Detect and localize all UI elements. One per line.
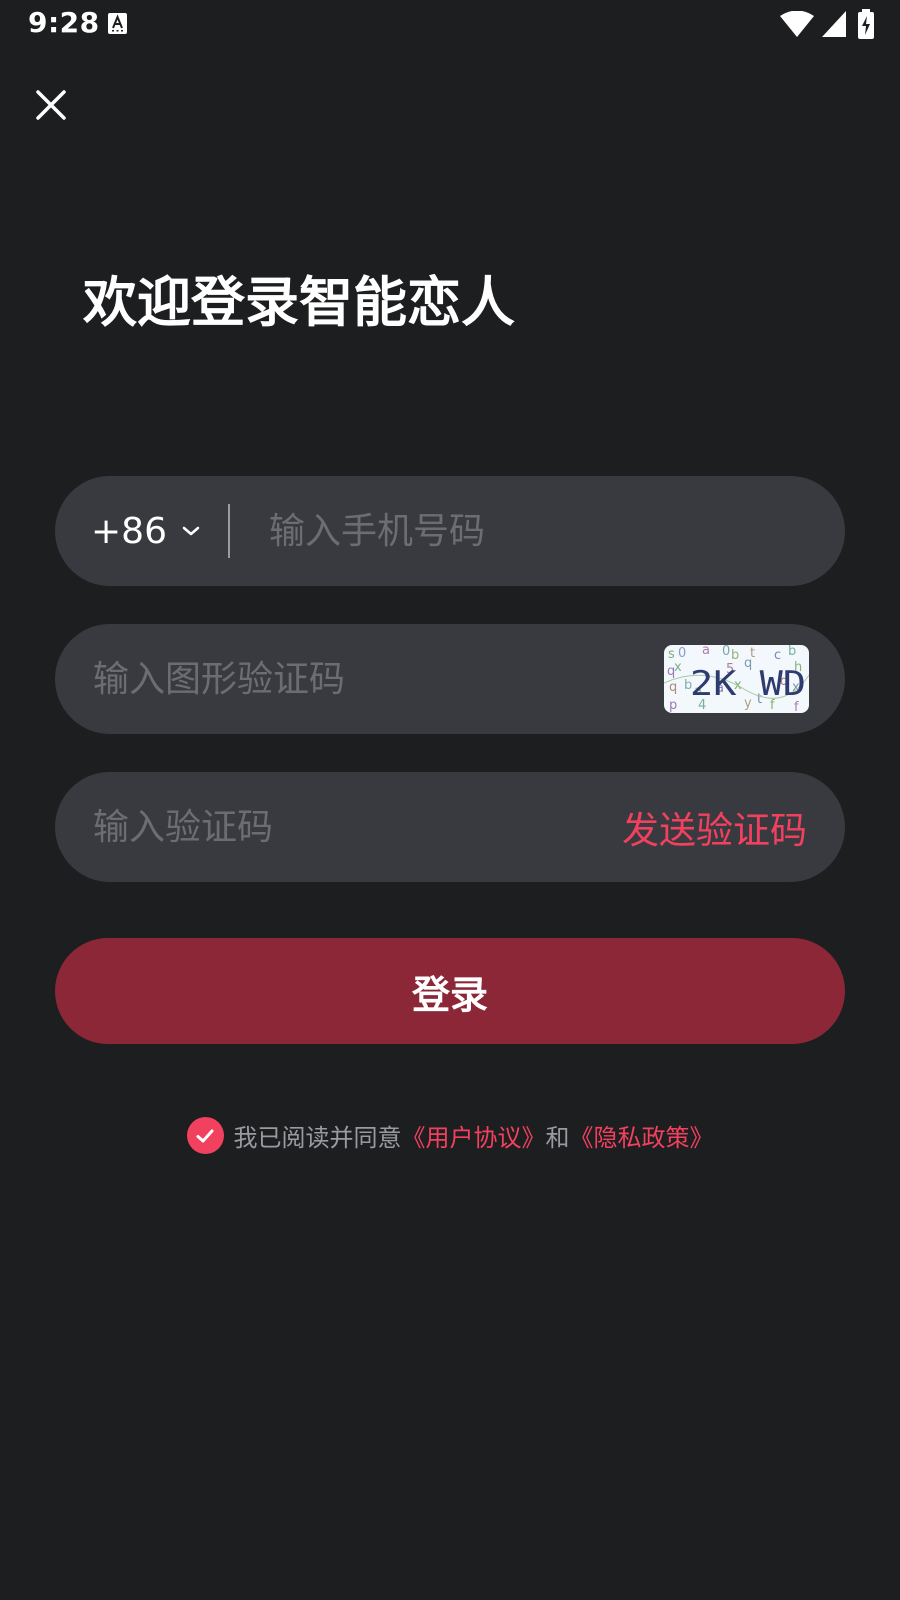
keyboard-a-icon [108,13,127,34]
captcha-field: s 0 a 0 b t c b q x 5 q h q b a a x d x [55,624,845,734]
login-button[interactable]: 登录 [55,938,845,1044]
send-code-button[interactable]: 发送验证码 [622,772,807,882]
svg-text:x: x [674,660,682,675]
country-code-selector[interactable]: +86 [91,476,201,586]
svg-text:p: p [669,698,677,713]
captcha-text: 2K WD [690,664,806,704]
svg-text:c: c [774,648,781,663]
svg-text:0: 0 [678,646,686,661]
user-agreement-link[interactable]: 《用户协议》 [402,1118,546,1153]
status-bar: 9:28 [0,0,900,48]
agreement-conjunction: 和 [545,1124,570,1152]
svg-text:b: b [788,645,796,659]
signal-icon [822,11,846,37]
svg-text:b: b [731,648,739,663]
status-time: 9:28 [28,6,100,39]
svg-text:a: a [702,645,710,658]
chevron-down-icon [182,526,200,536]
phone-field: +86 [55,476,845,586]
field-divider [228,504,230,558]
captcha-image[interactable]: s 0 a 0 b t c b q x 5 q h q b a a x d x [664,645,809,713]
country-code: +86 [91,510,167,552]
check-icon [196,1129,214,1142]
privacy-policy-link[interactable]: 《隐私政策》 [570,1118,714,1153]
page-title: 欢迎登录智能恋人 [83,271,515,334]
verification-code-field: 发送验证码 [55,772,845,882]
phone-input[interactable] [269,476,809,586]
battery-charging-icon [858,9,874,39]
svg-text:q: q [669,680,677,695]
agree-checkbox[interactable] [186,1117,224,1154]
captcha-input[interactable] [93,624,633,734]
svg-text:0: 0 [722,645,730,659]
verification-code-input[interactable] [93,772,593,882]
close-button[interactable] [30,84,72,126]
close-icon [36,90,66,120]
agreement: 我已阅读并同意 《用户协议》 和 《隐私政策》 [0,1117,900,1154]
agreement-prefix: 我已阅读并同意 [233,1124,402,1152]
wifi-icon [780,11,814,37]
